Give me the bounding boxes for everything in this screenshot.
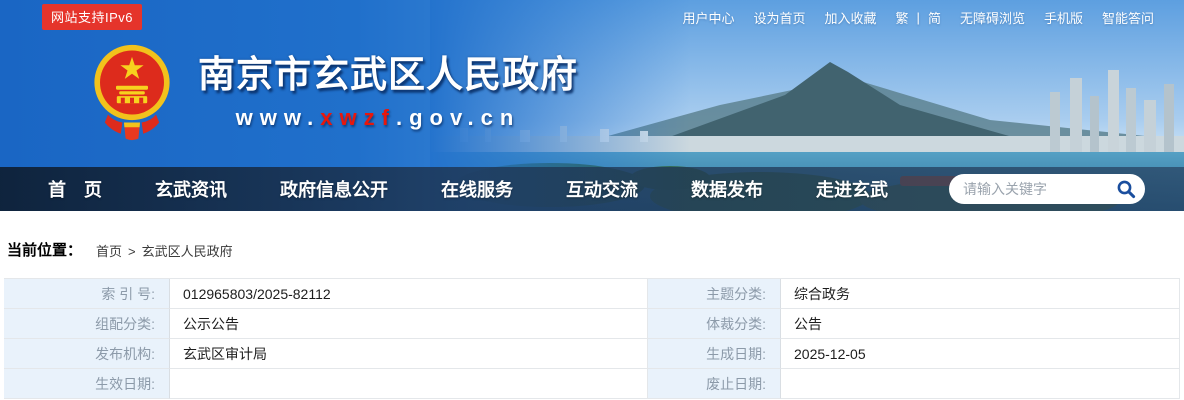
search-button[interactable] — [1113, 176, 1139, 202]
topbar-link-mobile-version[interactable]: 手机版 — [1044, 8, 1083, 27]
topbar-separator: | — [917, 10, 920, 25]
meta-value-index-number: 012965803/2025-82112 — [170, 279, 648, 309]
meta-value-genre-category: 公告 — [781, 309, 1180, 339]
page: 网站支持IPv6 用户中心 设为首页 加入收藏 繁 | 简 无障碍浏览 手机版 … — [0, 0, 1184, 400]
meta-label-genre-category: 体裁分类: — [648, 309, 781, 339]
meta-value-group-category: 公示公告 — [170, 309, 648, 339]
document-meta-table: 索 引 号: 012965803/2025-82112 主题分类: 综合政务 组… — [4, 278, 1180, 399]
meta-label-index-number: 索 引 号: — [4, 279, 170, 309]
topbar-link-traditional[interactable]: 繁 — [896, 8, 909, 27]
meta-label-publish-date: 生成日期: — [648, 339, 781, 369]
meta-label-effective-date: 生效日期: — [4, 369, 170, 399]
main-nav: 首 页 玄武资讯 政府信息公开 在线服务 互动交流 数据发布 走进玄武 — [0, 167, 1184, 211]
topbar-link-set-homepage[interactable]: 设为首页 — [754, 8, 806, 27]
nav-item-interaction[interactable]: 互动交流 — [566, 176, 638, 202]
nav-item-gov-info-disclosure[interactable]: 政府信息公开 — [280, 176, 388, 202]
search-box — [949, 174, 1145, 204]
nav-item-about-xuanwu[interactable]: 走进玄武 — [816, 176, 888, 202]
site-url: www.xwzf.gov.cn — [198, 105, 558, 131]
search-input[interactable] — [963, 181, 1113, 197]
breadcrumb-trail: 首页 > 玄武区人民政府 — [96, 241, 233, 260]
breadcrumb-home-link[interactable]: 首页 — [96, 241, 122, 260]
meta-value-effective-date — [170, 369, 648, 399]
breadcrumb-separator: > — [128, 244, 136, 259]
meta-label-theme-category: 主题分类: — [648, 279, 781, 309]
ipv6-support-badge: 网站支持IPv6 — [42, 4, 142, 30]
meta-label-issuing-agency: 发布机构: — [4, 339, 170, 369]
topbar-link-smart-qa[interactable]: 智能答问 — [1102, 8, 1154, 27]
brand-text: 南京市玄武区人民政府 www.xwzf.gov.cn — [198, 44, 558, 141]
topbar-link-simplified[interactable]: 简 — [928, 8, 941, 27]
meta-value-abolition-date — [781, 369, 1180, 399]
search-icon — [1116, 179, 1136, 199]
national-emblem-icon — [92, 44, 172, 141]
nav-item-data-release[interactable]: 数据发布 — [691, 176, 763, 202]
meta-value-theme-category: 综合政务 — [781, 279, 1180, 309]
site-title: 南京市玄武区人民政府 — [198, 44, 558, 98]
topbar-link-accessibility[interactable]: 无障碍浏览 — [960, 8, 1025, 27]
topbar-link-user-center[interactable]: 用户中心 — [682, 8, 734, 27]
topbar-link-add-favorite[interactable]: 加入收藏 — [825, 8, 877, 27]
nav-item-home[interactable]: 首 页 — [48, 176, 102, 202]
nav-item-online-services[interactable]: 在线服务 — [441, 176, 513, 202]
meta-value-publish-date: 2025-12-05 — [781, 339, 1180, 369]
nav-item-xuanwu-news[interactable]: 玄武资讯 — [155, 176, 227, 202]
meta-label-group-category: 组配分类: — [4, 309, 170, 339]
url-domain: xwzf — [320, 105, 396, 130]
meta-label-abolition-date: 废止日期: — [648, 369, 781, 399]
url-suffix: .gov.cn — [396, 105, 520, 130]
breadcrumb: 当前位置： 首页 > 玄武区人民政府 — [0, 211, 1184, 278]
url-www: www. — [236, 105, 321, 130]
meta-value-issuing-agency: 玄武区审计局 — [170, 339, 648, 369]
topbar: 网站支持IPv6 用户中心 设为首页 加入收藏 繁 | 简 无障碍浏览 手机版 … — [0, 0, 1184, 34]
site-logo[interactable]: 南京市玄武区人民政府 www.xwzf.gov.cn — [92, 44, 558, 141]
breadcrumb-current-link[interactable]: 玄武区人民政府 — [142, 241, 233, 260]
site-header: 网站支持IPv6 用户中心 设为首页 加入收藏 繁 | 简 无障碍浏览 手机版 … — [0, 0, 1184, 211]
topbar-links: 用户中心 设为首页 加入收藏 繁 | 简 无障碍浏览 手机版 智能答问 — [663, 8, 1154, 27]
breadcrumb-label: 当前位置： — [7, 239, 82, 260]
